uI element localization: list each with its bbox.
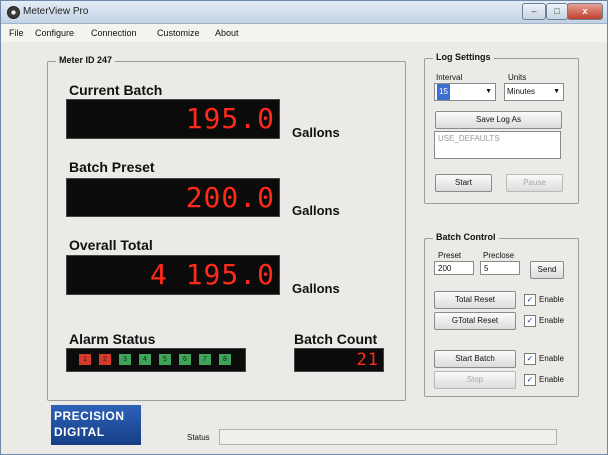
start-batch-button[interactable]: Start Batch [434,350,516,368]
alarm-status-panel: 1 2 3 4 5 6 7 8 [66,348,246,372]
menu-customize[interactable]: Customize [157,28,200,38]
overall-total-display: 4 195.0 [66,255,280,295]
overall-total-unit: Gallons [292,281,340,296]
menu-file[interactable]: File [9,28,24,38]
alarm-4-indicator: 4 [139,354,151,365]
close-button[interactable]: x [567,3,603,20]
minimize-button[interactable]: – [522,3,546,20]
status-label: Status [187,433,210,442]
alarm-7-indicator: 7 [199,354,211,365]
status-field [219,429,557,445]
gtotal-reset-enable-checkbox[interactable]: ✓ [524,315,536,327]
gtotal-reset-enable-label: Enable [539,316,564,325]
alarm-status-label: Alarm Status [69,331,156,347]
save-log-as-button[interactable]: Save Log As [435,111,562,129]
meter-group-title: Meter ID 247 [56,55,116,65]
menu-about[interactable]: About [215,28,239,38]
units-value: Minutes [507,87,536,96]
log-file-field[interactable]: USE_DEFAULTS [434,131,561,159]
app-window: MeterView Pro – □ x File Configure Conne… [0,0,608,455]
alarm-3-indicator: 3 [119,354,131,365]
log-start-button[interactable]: Start [435,174,492,192]
units-select[interactable]: Minutes ▼ [504,83,564,101]
total-reset-enable-label: Enable [539,295,564,304]
alarm-8-indicator: 8 [219,354,231,365]
batch-preset-unit: Gallons [292,203,340,218]
stop-enable-checkbox[interactable]: ✓ [524,374,536,386]
chevron-down-icon: ▼ [553,88,560,95]
batch-preset-display: 200.0 [66,178,280,217]
window-title: MeterView Pro [23,6,89,17]
precision-digital-logo: PRECISION DIGITAL [51,405,141,445]
preset-label: Preset [438,251,462,260]
menu-connection[interactable]: Connection [91,28,137,38]
current-batch-unit: Gallons [292,125,340,140]
chevron-down-icon: ▼ [485,88,492,95]
alarm-2-indicator: 2 [99,354,111,365]
alarm-6-indicator: 6 [179,354,191,365]
menu-configure[interactable]: Configure [35,28,74,38]
total-reset-button[interactable]: Total Reset [434,291,516,309]
total-reset-enable-checkbox[interactable]: ✓ [524,294,536,306]
interval-select[interactable]: 15 ▼ [434,83,496,101]
units-label: Units [508,73,527,82]
log-settings-title: Log Settings [433,52,494,62]
current-batch-label: Current Batch [69,82,163,98]
log-pause-button[interactable]: Pause [506,174,563,192]
stop-button[interactable]: Stop [434,371,516,389]
title-bar: MeterView Pro – □ x [1,1,607,24]
batch-control-title: Batch Control [433,232,499,242]
batch-count-label: Batch Count [294,331,378,347]
app-icon [7,6,20,19]
send-button[interactable]: Send [530,261,564,279]
preclose-input[interactable]: 5 [480,261,520,275]
interval-value: 15 [437,84,450,100]
overall-total-label: Overall Total [69,237,153,253]
batch-preset-label: Batch Preset [69,159,155,175]
stop-enable-label: Enable [539,375,564,384]
logo-line-1: PRECISION [54,409,125,423]
maximize-button[interactable]: □ [546,3,568,20]
preset-input[interactable]: 200 [434,261,474,275]
menu-bar: File Configure Connection Customize Abou… [1,24,607,42]
alarm-5-indicator: 5 [159,354,171,365]
alarm-1-indicator: 1 [79,354,91,365]
interval-label: Interval [436,73,463,82]
batch-count-display: 21 [294,348,384,372]
start-batch-enable-checkbox[interactable]: ✓ [524,353,536,365]
start-batch-enable-label: Enable [539,354,564,363]
preclose-label: Preclose [483,251,515,260]
gtotal-reset-button[interactable]: GTotal Reset [434,312,516,330]
logo-line-2: DIGITAL [54,425,105,439]
current-batch-display: 195.0 [66,99,280,139]
